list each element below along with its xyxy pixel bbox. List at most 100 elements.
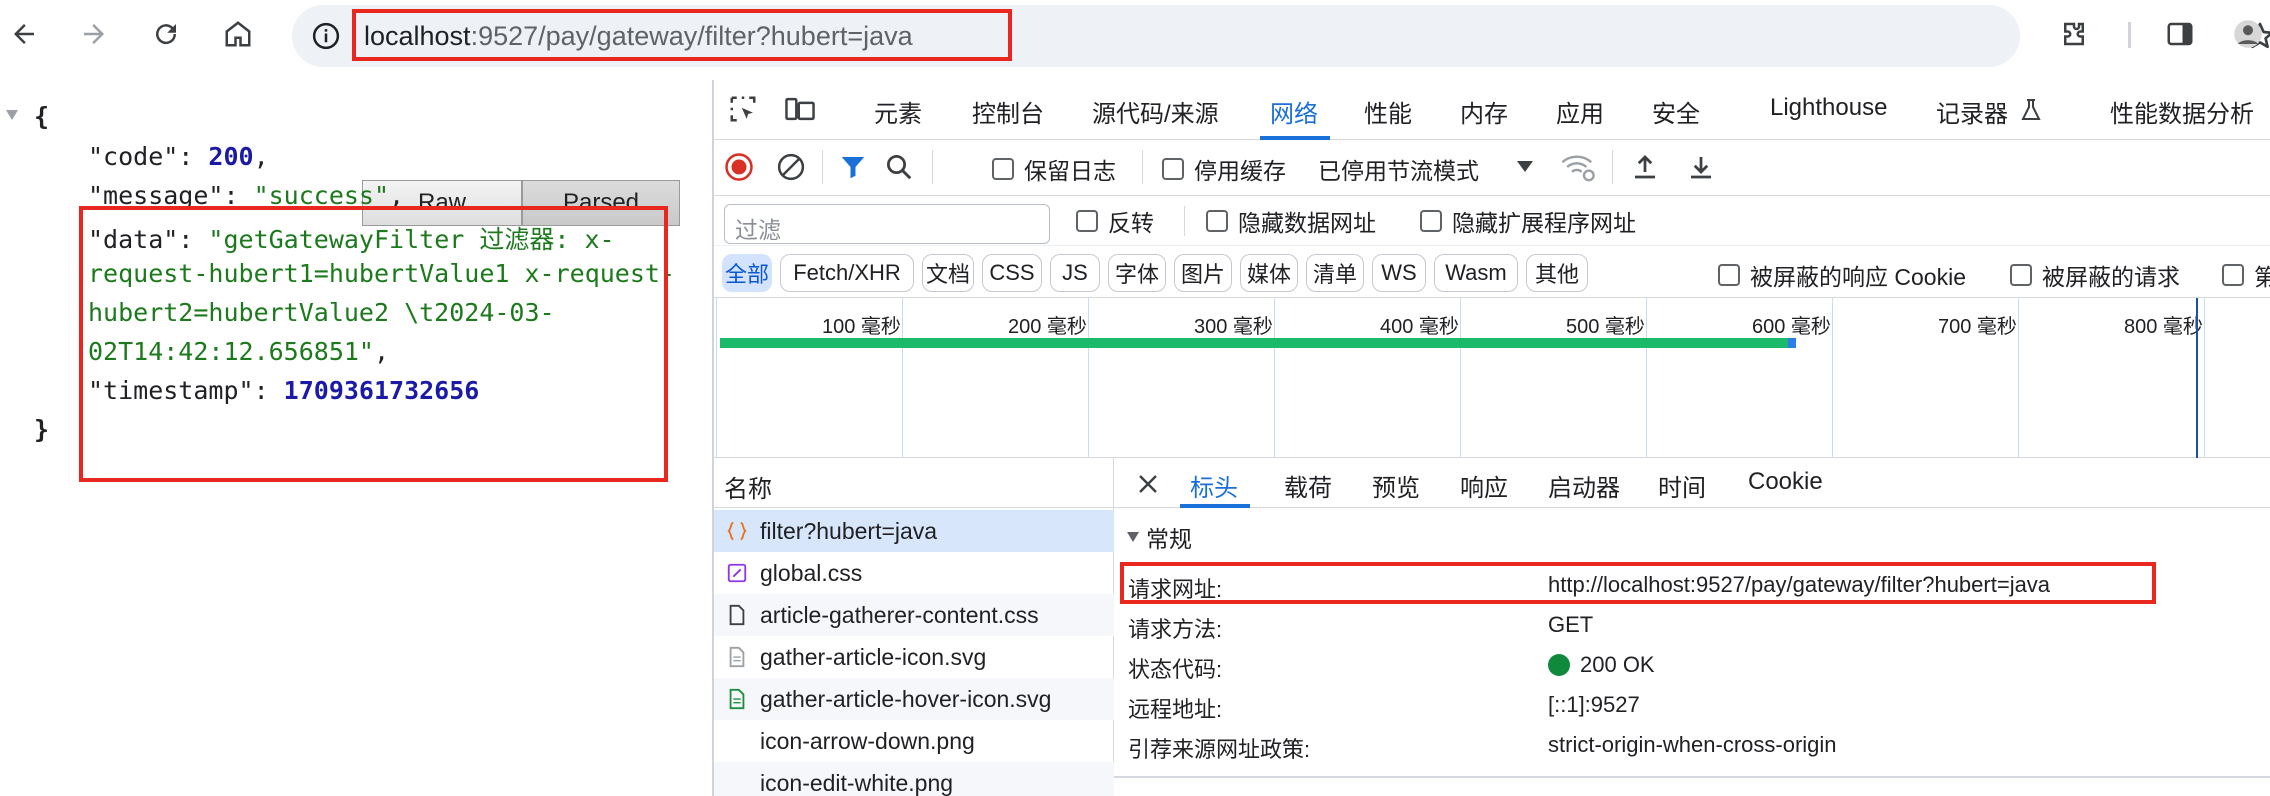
- checkbox[interactable]: [2010, 264, 2032, 286]
- profile-avatar[interactable]: [2228, 14, 2268, 54]
- hide-data-urls-checkbox[interactable]: 隐藏数据网址: [1206, 204, 1376, 238]
- side-panel-button[interactable]: [2160, 14, 2200, 54]
- checkbox[interactable]: [1206, 210, 1228, 232]
- type-filter-css[interactable]: CSS: [982, 254, 1042, 292]
- network-overview-timeline[interactable]: 100 毫秒 200 毫秒 300 毫秒 400 毫秒 500 毫秒 600 毫…: [714, 298, 2270, 458]
- dropdown-triangle-icon[interactable]: [1516, 160, 1534, 174]
- checkbox[interactable]: [1718, 264, 1740, 286]
- tab-elements[interactable]: 元素: [874, 94, 922, 129]
- disable-cache-checkbox[interactable]: 停用缓存: [1162, 152, 1286, 186]
- third-party-checkbox[interactable]: 第: [2222, 258, 2270, 292]
- reload-button[interactable]: [146, 14, 186, 54]
- type-filter-js[interactable]: JS: [1050, 254, 1100, 292]
- filter-funnel-icon[interactable]: [838, 152, 868, 182]
- request-row[interactable]: icon-edit-white.png: [714, 762, 1114, 796]
- request-row[interactable]: gather-article-icon.svg: [714, 636, 1114, 678]
- tab-performance[interactable]: 性能: [1364, 94, 1412, 129]
- home-button[interactable]: [218, 14, 258, 54]
- search-icon[interactable]: [884, 152, 914, 182]
- tab-recorder[interactable]: 记录器: [1936, 94, 2008, 129]
- filter-input[interactable]: 过滤: [724, 204, 1050, 244]
- tab-sources[interactable]: 源代码/来源: [1092, 94, 1219, 129]
- request-row[interactable]: gather-article-hover-icon.svg: [714, 678, 1114, 720]
- tab-performance-insights[interactable]: 性能数据分析: [2110, 94, 2254, 129]
- name-column-header[interactable]: 名称: [714, 458, 1114, 508]
- tab-console[interactable]: 控制台: [972, 94, 1044, 129]
- network-conditions-icon[interactable]: [1560, 152, 1596, 182]
- general-section-header[interactable]: 常规: [1126, 520, 1192, 554]
- type-filter-manifest[interactable]: 清单: [1306, 254, 1364, 292]
- timeline-tick-label: 400 毫秒: [1380, 316, 1459, 338]
- tab-security[interactable]: 安全: [1652, 94, 1700, 129]
- checkbox[interactable]: [2222, 264, 2244, 286]
- preserve-log-checkbox[interactable]: 保留日志: [992, 152, 1116, 186]
- type-filter-ws[interactable]: WS: [1372, 254, 1426, 292]
- timeline-tick-label: 200 毫秒: [1008, 316, 1087, 338]
- tab-headers[interactable]: 标头: [1190, 468, 1238, 503]
- request-row[interactable]: filter?hubert=java: [714, 510, 1114, 552]
- disable-cache-label: 停用缓存: [1194, 158, 1286, 184]
- request-waterfall-bar: [720, 338, 1788, 348]
- request-name: article-gatherer-content.css: [760, 602, 1039, 628]
- checkbox[interactable]: [1162, 158, 1184, 180]
- tab-network[interactable]: 网络: [1270, 94, 1318, 129]
- forward-button[interactable]: [74, 14, 114, 54]
- import-har-icon[interactable]: [1630, 152, 1660, 182]
- request-name: gather-article-icon.svg: [760, 644, 987, 670]
- type-filter-media[interactable]: 媒体: [1240, 254, 1298, 292]
- tab-memory[interactable]: 内存: [1460, 94, 1508, 129]
- avatar-icon: [2234, 20, 2262, 48]
- tab-payload[interactable]: 载荷: [1284, 468, 1332, 503]
- json-code-line: "code": 200,: [88, 142, 269, 171]
- export-har-icon[interactable]: [1686, 152, 1716, 182]
- status-text: 200 OK: [1580, 652, 1655, 677]
- resource-type-bar: 全部 Fetch/XHR 文档 CSS JS 字体 图片 媒体 清单 WS Wa…: [714, 246, 2270, 298]
- invert-checkbox[interactable]: 反转: [1076, 204, 1154, 238]
- tab-cookies[interactable]: Cookie: [1748, 468, 1823, 496]
- blocked-cookies-checkbox[interactable]: 被屏蔽的响应 Cookie: [1718, 258, 1966, 292]
- referrer-policy-value[interactable]: strict-origin-when-cross-origin: [1548, 732, 1837, 758]
- throttle-select[interactable]: 已停用节流模式: [1318, 152, 1479, 186]
- type-filter-font[interactable]: 字体: [1108, 254, 1166, 292]
- checkbox[interactable]: [1076, 210, 1098, 232]
- json-key: "code":: [88, 142, 209, 171]
- device-toolbar-icon[interactable]: [784, 94, 816, 124]
- close-icon[interactable]: [1136, 472, 1160, 496]
- request-row[interactable]: global.css: [714, 552, 1114, 594]
- request-row[interactable]: article-gatherer-content.css: [714, 594, 1114, 636]
- collapse-triangle-icon[interactable]: [4, 108, 20, 122]
- request-method-value[interactable]: GET: [1548, 612, 1593, 638]
- timeline-tick-label: 800 毫秒: [2124, 316, 2203, 338]
- type-filter-img[interactable]: 图片: [1174, 254, 1232, 292]
- type-filter-all[interactable]: 全部: [722, 254, 772, 292]
- tab-application[interactable]: 应用: [1556, 94, 1604, 129]
- hide-data-urls-label: 隐藏数据网址: [1238, 210, 1376, 236]
- tab-response[interactable]: 响应: [1460, 468, 1508, 503]
- devtools-panel: 元素 控制台 源代码/来源 网络 性能 内存 应用 安全 Lighthouse …: [712, 80, 2270, 796]
- tab-lighthouse[interactable]: Lighthouse: [1770, 94, 1887, 122]
- tab-preview[interactable]: 预览: [1372, 468, 1420, 503]
- invert-label: 反转: [1108, 210, 1154, 236]
- hide-extension-urls-checkbox[interactable]: 隐藏扩展程序网址: [1420, 204, 1636, 238]
- tab-initiator[interactable]: 启动器: [1548, 468, 1620, 503]
- checkbox[interactable]: [992, 158, 1014, 180]
- type-filter-wasm[interactable]: Wasm: [1434, 254, 1518, 292]
- request-row[interactable]: icon-arrow-down.png: [714, 720, 1114, 762]
- status-code-value[interactable]: 200 OK: [1548, 652, 1655, 678]
- remote-address-value[interactable]: [::1]:9527: [1548, 692, 1640, 718]
- type-filter-fetch-xhr[interactable]: Fetch/XHR: [780, 254, 914, 292]
- type-filter-other[interactable]: 其他: [1526, 254, 1588, 292]
- json-comma: ,: [253, 142, 269, 171]
- record-stop-icon[interactable]: [724, 152, 754, 182]
- clear-icon[interactable]: [776, 152, 806, 182]
- back-button[interactable]: [4, 14, 44, 54]
- blocked-requests-checkbox[interactable]: 被屏蔽的请求: [2010, 258, 2180, 292]
- tab-timing[interactable]: 时间: [1658, 468, 1706, 503]
- extensions-button[interactable]: [2054, 14, 2094, 54]
- site-info-button[interactable]: [308, 18, 344, 54]
- type-filter-doc[interactable]: 文档: [922, 254, 974, 292]
- inspect-element-icon[interactable]: [728, 94, 758, 124]
- json-highlight-box: [79, 206, 668, 482]
- preserve-log-label: 保留日志: [1024, 158, 1116, 184]
- checkbox[interactable]: [1420, 210, 1442, 232]
